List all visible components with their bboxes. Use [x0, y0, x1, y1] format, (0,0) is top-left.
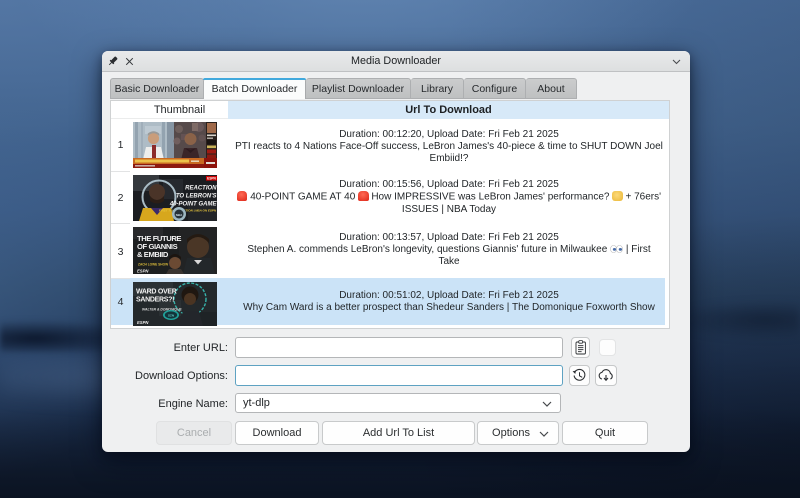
svg-text:SZN: SZN: [168, 313, 174, 317]
svg-text:ESPN: ESPN: [207, 176, 216, 180]
svg-text:TO LEBRON'S: TO LEBRON'S: [176, 193, 217, 199]
svg-text:FIRST TAKE REACTION | NBA ON E: FIRST TAKE REACTION | NBA ON ESPN: [159, 208, 217, 212]
svg-text:ZACH LOWE SHOW: ZACH LOWE SHOW: [138, 263, 168, 267]
svg-text:& EMBIID: & EMBIID: [137, 250, 169, 259]
svg-text:SANDERS?!: SANDERS?!: [136, 296, 174, 303]
svg-text:ESPN: ESPN: [137, 320, 149, 325]
svg-text:40-POINT GAME: 40-POINT GAME: [169, 201, 217, 207]
svg-text:NBA: NBA: [176, 213, 183, 217]
svg-text:WARD OVER: WARD OVER: [136, 288, 177, 295]
svg-text:WALTER & DOMONIQUE: WALTER & DOMONIQUE: [142, 307, 182, 311]
svg-text:ESPN: ESPN: [137, 269, 149, 274]
svg-text:REACTION: REACTION: [185, 185, 217, 191]
